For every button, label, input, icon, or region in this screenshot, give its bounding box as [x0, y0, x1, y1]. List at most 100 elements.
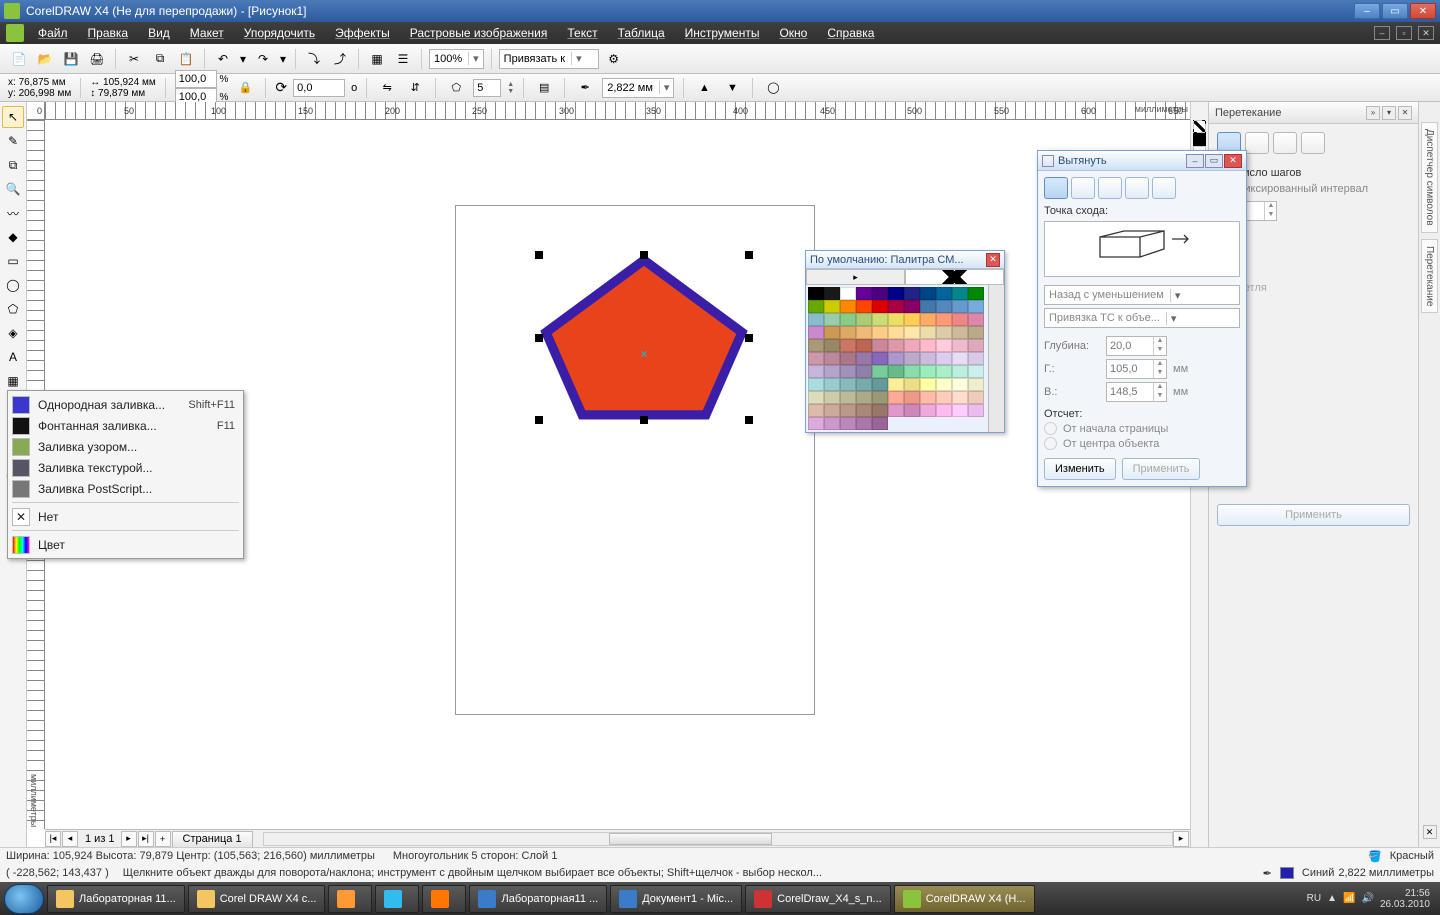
to-back-button[interactable]: ▼	[721, 77, 743, 99]
color-swatch[interactable]	[872, 404, 888, 417]
menu-справка[interactable]: Справка	[817, 24, 884, 42]
extrude-close-button[interactable]: ✕	[1224, 154, 1242, 168]
color-swatch[interactable]	[824, 287, 840, 300]
color-swatch[interactable]	[872, 339, 888, 352]
color-swatch[interactable]	[952, 326, 968, 339]
color-swatch[interactable]	[952, 287, 968, 300]
palette-close-button[interactable]: ✕	[986, 253, 1000, 267]
fill-menu-item[interactable]: Заливка текстурой...	[8, 457, 243, 478]
menu-таблица[interactable]: Таблица	[608, 24, 675, 42]
palette-prev-button[interactable]: ▸	[806, 269, 905, 285]
color-palette-flyout[interactable]: По умолчанию: Палитра СМ...✕ ▸	[805, 250, 1005, 433]
sides-down[interactable]: ▼	[507, 88, 514, 95]
color-swatch[interactable]	[840, 287, 856, 300]
tray-network-icon[interactable]: 📶	[1343, 893, 1355, 904]
color-swatch[interactable]	[872, 326, 888, 339]
to-front-button[interactable]: ▲	[693, 77, 715, 99]
color-swatch[interactable]	[920, 300, 936, 313]
convert-curves-button[interactable]: ◯	[762, 77, 784, 99]
extrude-maximize-button[interactable]: ▭	[1205, 154, 1223, 168]
color-swatch[interactable]	[872, 352, 888, 365]
color-swatch[interactable]	[888, 287, 904, 300]
color-swatch[interactable]	[856, 326, 872, 339]
color-swatch[interactable]	[936, 313, 952, 326]
color-swatch[interactable]	[904, 326, 920, 339]
polygon-tool[interactable]: ⬠	[2, 298, 24, 320]
add-page-button[interactable]: +	[155, 831, 171, 847]
taskbar-item[interactable]: CorelDraw_X4_s_n...	[745, 885, 891, 913]
color-swatch[interactable]	[840, 339, 856, 352]
tray-flag-icon[interactable]: ▲	[1327, 893, 1337, 904]
taskbar-item[interactable]: CorelDRAW X4 (Н...	[894, 885, 1035, 913]
color-swatch[interactable]	[968, 339, 984, 352]
color-swatch[interactable]	[952, 313, 968, 326]
color-swatch[interactable]	[968, 352, 984, 365]
color-swatch[interactable]	[808, 300, 824, 313]
color-swatch[interactable]	[936, 352, 952, 365]
color-swatch[interactable]	[968, 287, 984, 300]
taskbar-item[interactable]	[328, 885, 372, 913]
taskbar-item[interactable]: Лабораторная 11...	[47, 885, 185, 913]
handle-w[interactable]	[535, 334, 543, 342]
dockers-close-button[interactable]: ✕	[1423, 825, 1437, 839]
color-swatch[interactable]	[888, 326, 904, 339]
color-swatch[interactable]	[888, 365, 904, 378]
docker-close-button[interactable]: ✕	[1398, 106, 1412, 120]
color-swatch[interactable]	[808, 326, 824, 339]
system-tray[interactable]: RU ▲ 📶 🔊 21:56 26.03.2010	[1307, 888, 1436, 910]
color-swatch[interactable]	[808, 417, 824, 430]
first-page-button[interactable]: |◂	[45, 831, 61, 847]
horizontal-scrollbar[interactable]	[263, 832, 1173, 846]
color-swatch[interactable]	[840, 417, 856, 430]
color-swatch[interactable]	[856, 313, 872, 326]
redo-dropdown[interactable]: ▾	[278, 48, 288, 70]
extrude-apply-button[interactable]: Применить	[1122, 458, 1201, 480]
color-swatch[interactable]	[888, 404, 904, 417]
color-swatch[interactable]	[808, 391, 824, 404]
color-swatch[interactable]	[824, 365, 840, 378]
color-swatch[interactable]	[824, 417, 840, 430]
fill-menu-item[interactable]: Фонтанная заливка...F11	[8, 415, 243, 436]
mirror-h-button[interactable]: ⇋	[376, 77, 398, 99]
color-swatch[interactable]	[920, 391, 936, 404]
start-button[interactable]	[4, 884, 44, 914]
menu-инструменты[interactable]: Инструменты	[675, 24, 770, 42]
color-swatch[interactable]	[920, 365, 936, 378]
color-swatch[interactable]	[904, 378, 920, 391]
color-swatch[interactable]	[888, 391, 904, 404]
color-swatch[interactable]	[920, 326, 936, 339]
extrude-edit-button[interactable]: Изменить	[1044, 458, 1116, 480]
depth-spinner[interactable]: ▲▼	[1106, 336, 1167, 356]
pick-tool[interactable]: ↖	[2, 106, 24, 128]
menu-файл[interactable]: Файл	[28, 24, 78, 42]
rotation-input[interactable]	[293, 79, 345, 97]
color-swatch[interactable]	[904, 391, 920, 404]
handle-se[interactable]	[745, 416, 753, 424]
palette-swatch[interactable]	[1193, 133, 1206, 146]
color-swatch[interactable]	[920, 313, 936, 326]
origin-object-radio[interactable]: От центра объекта	[1044, 437, 1240, 450]
color-swatch[interactable]	[904, 339, 920, 352]
no-fill-swatch[interactable]	[1193, 120, 1206, 133]
welcome-button[interactable]: ☰	[392, 48, 414, 70]
color-swatch[interactable]	[856, 300, 872, 313]
blend-apply-button[interactable]: Применить	[1217, 504, 1410, 526]
color-swatch[interactable]	[968, 378, 984, 391]
color-swatch[interactable]	[952, 352, 968, 365]
color-swatch[interactable]	[840, 313, 856, 326]
extrude-tab-bevel[interactable]	[1152, 177, 1176, 199]
color-swatch[interactable]	[840, 404, 856, 417]
color-swatch[interactable]	[840, 365, 856, 378]
extrude-tab-light[interactable]	[1098, 177, 1122, 199]
color-swatch[interactable]	[856, 391, 872, 404]
color-swatch[interactable]	[824, 300, 840, 313]
vp-snap-combo[interactable]: Привязка ТС к объе...▾	[1044, 308, 1240, 328]
menu-окно[interactable]: Окно	[769, 24, 817, 42]
color-swatch[interactable]	[920, 287, 936, 300]
mirror-v-button[interactable]: ⇵	[404, 77, 426, 99]
options-button[interactable]: ⚙	[603, 48, 625, 70]
copy-button[interactable]: ⧉	[149, 48, 171, 70]
prev-page-button[interactable]: ◂	[62, 831, 78, 847]
menu-вид[interactable]: Вид	[138, 24, 180, 42]
handle-sw[interactable]	[535, 416, 543, 424]
